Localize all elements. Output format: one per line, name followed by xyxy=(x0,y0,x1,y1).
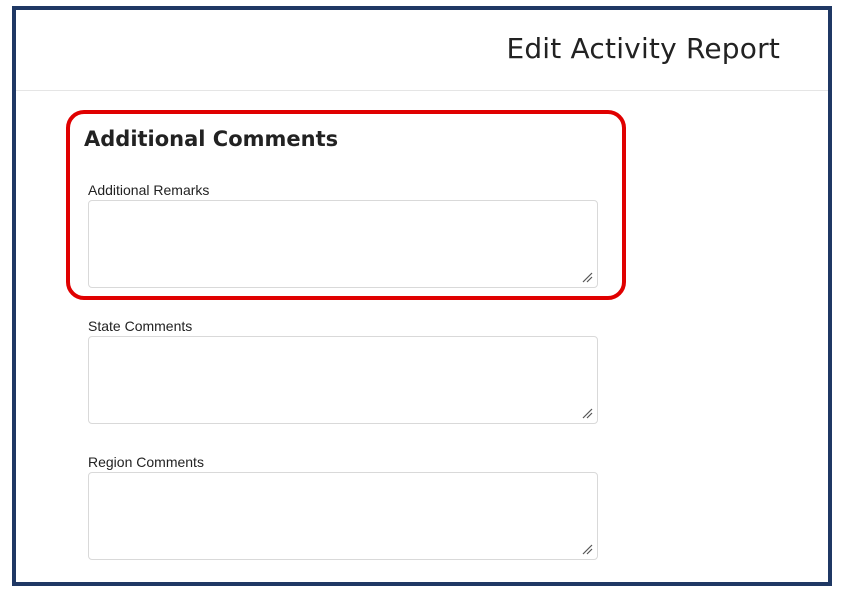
state-comments-textarea[interactable] xyxy=(88,336,598,424)
app-frame: Edit Activity Report Additional Comments… xyxy=(12,6,832,586)
page-title: Edit Activity Report xyxy=(506,32,780,65)
state-comments-label: State Comments xyxy=(88,318,193,334)
highlight-annotation xyxy=(66,110,626,300)
page-header: Edit Activity Report xyxy=(16,10,828,91)
resize-handle-icon[interactable] xyxy=(581,543,593,555)
region-comments-textarea[interactable] xyxy=(88,472,598,560)
region-comments-label: Region Comments xyxy=(88,454,204,470)
resize-handle-icon[interactable] xyxy=(581,407,593,419)
